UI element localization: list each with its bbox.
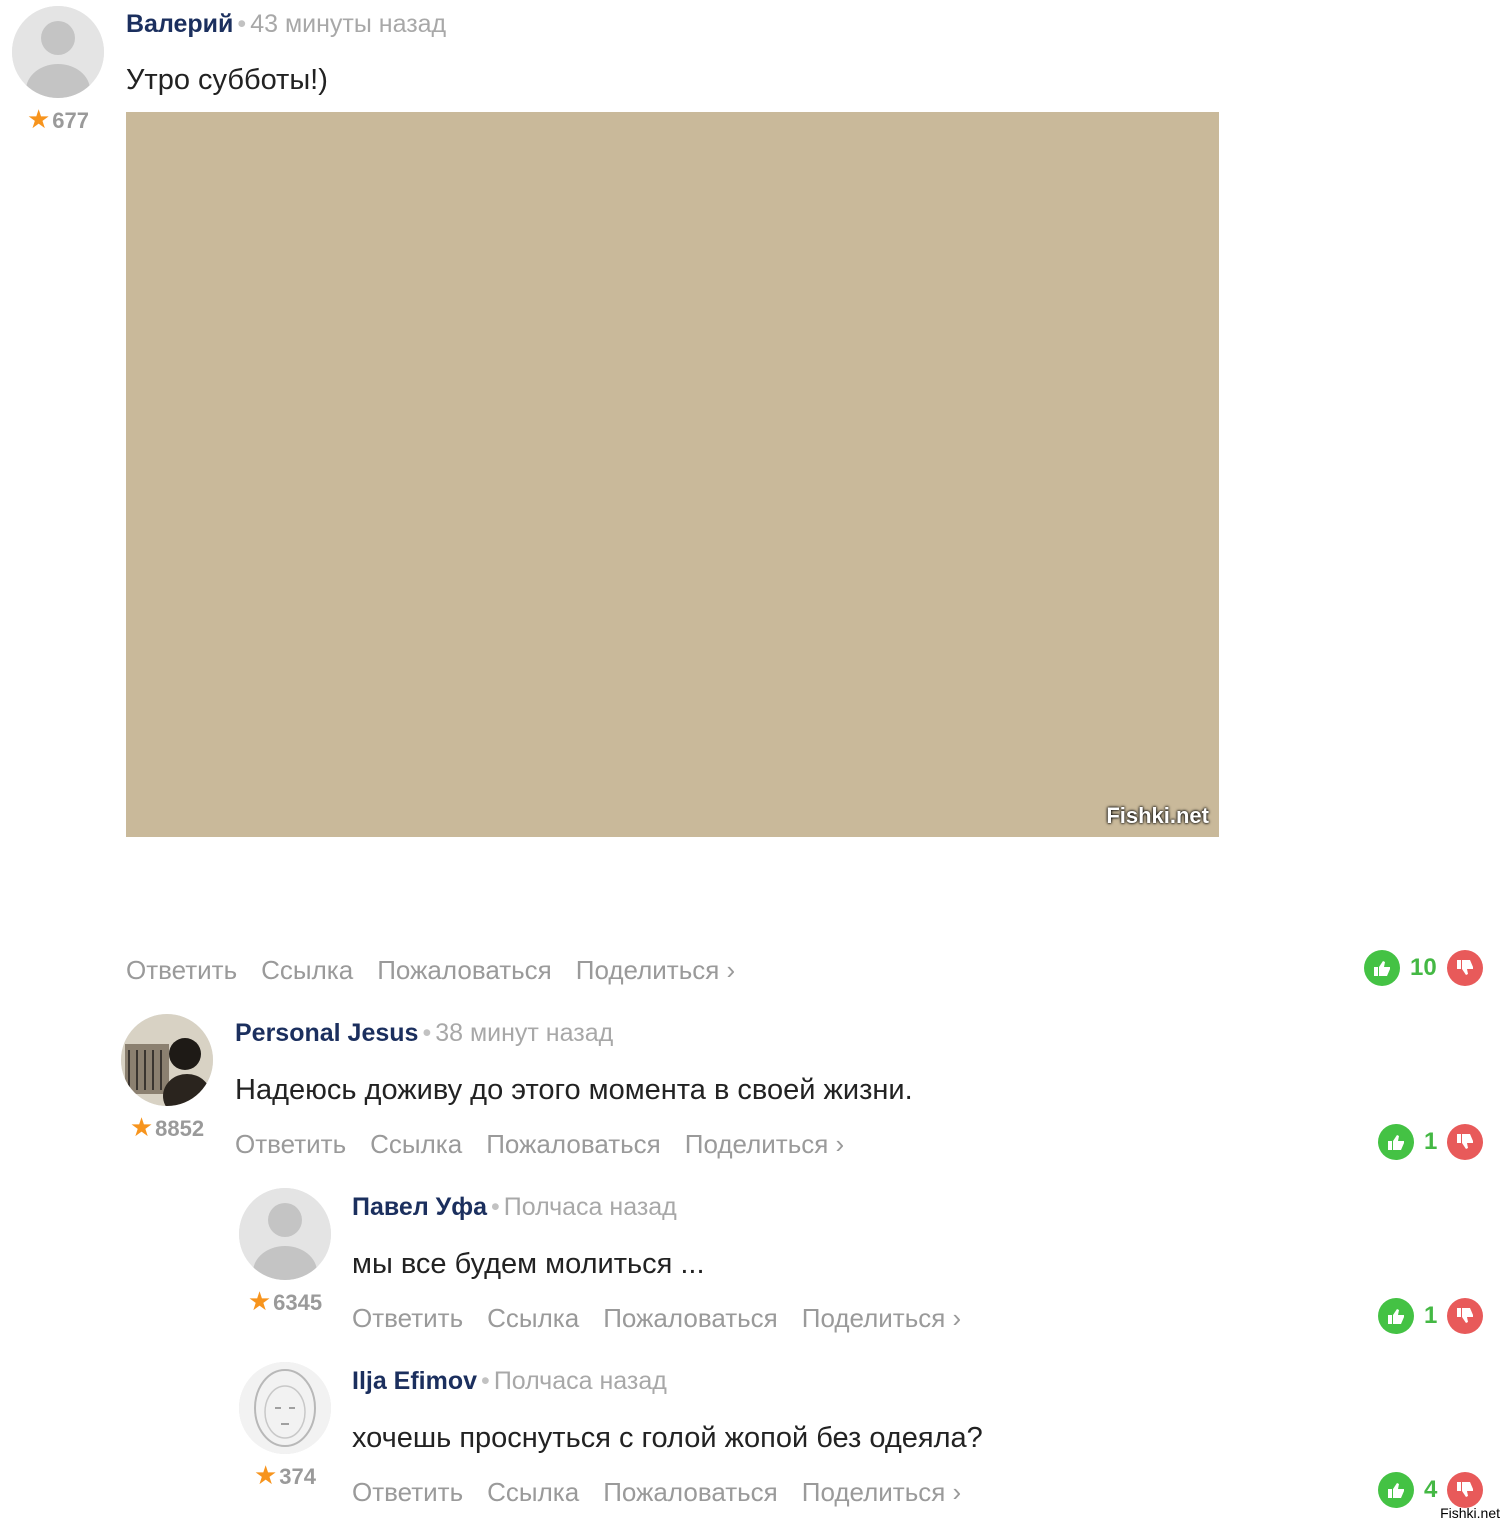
comment-text: мы все будем молиться ... — [352, 1248, 705, 1280]
thumbs-down-icon[interactable] — [1447, 1472, 1484, 1508]
share-link[interactable]: Поделиться › — [685, 1129, 844, 1159]
site-watermark: Fishki.net — [1440, 1505, 1500, 1521]
avatar[interactable] — [239, 1188, 331, 1280]
comment-time[interactable]: Полчаса назад — [494, 1367, 667, 1395]
report-link[interactable]: Пожаловаться — [377, 955, 552, 985]
separator-dot: • — [422, 1019, 432, 1047]
comment-header: Павел Уфа • Полчаса назад — [352, 1193, 677, 1222]
vote-count: 1 — [1424, 1302, 1438, 1329]
author-name[interactable]: Ilja Efimov — [352, 1367, 477, 1395]
vote-widget: 1 — [1378, 1124, 1484, 1160]
user-photo-avatar — [121, 1014, 213, 1106]
comment-time[interactable]: 43 минуты назад — [250, 10, 446, 38]
photo-watermark: Fishki.net — [1106, 803, 1209, 828]
comment-text: Надеюсь доживу до этого момента в своей … — [235, 1074, 913, 1106]
comment-actions: Ответить Ссылка Пожаловаться Поделиться › — [126, 955, 759, 986]
avatar[interactable] — [239, 1362, 331, 1454]
star-icon: ★ — [253, 1460, 278, 1490]
comment-time[interactable]: Полчаса назад — [504, 1193, 677, 1221]
separator-dot: • — [481, 1367, 490, 1395]
share-link[interactable]: Поделиться › — [802, 1477, 961, 1507]
report-link[interactable]: Пожаловаться — [603, 1303, 778, 1333]
star-icon: ★ — [26, 104, 51, 134]
star-icon: ★ — [129, 1112, 154, 1142]
separator-dot: • — [490, 1193, 500, 1221]
permalink-link[interactable]: Ссылка — [487, 1303, 579, 1333]
thumbs-down-icon[interactable] — [1447, 1298, 1484, 1334]
avatar[interactable] — [121, 1014, 213, 1106]
user-rating: ★677 — [26, 104, 90, 134]
permalink-link[interactable]: Ссылка — [261, 955, 353, 985]
vote-widget: 1 — [1378, 1298, 1484, 1334]
permalink-link[interactable]: Ссылка — [487, 1477, 579, 1507]
default-avatar-icon — [239, 1188, 331, 1280]
thumbs-down-icon[interactable] — [1447, 1124, 1484, 1160]
share-link[interactable]: Поделиться › — [576, 955, 735, 985]
default-avatar-icon — [12, 6, 104, 98]
avatar[interactable] — [12, 6, 104, 98]
comment-actions: Ответить Ссылка Пожаловаться Поделиться › — [352, 1303, 985, 1334]
reply-link[interactable]: Ответить — [235, 1129, 346, 1159]
thumbs-up-icon[interactable] — [1364, 950, 1400, 986]
user-rating: ★8852 — [129, 1112, 205, 1142]
user-rating: ★374 — [253, 1460, 317, 1490]
report-link[interactable]: Пожаловаться — [603, 1477, 778, 1507]
reply-link[interactable]: Ответить — [352, 1477, 463, 1507]
separator-dot: • — [237, 10, 247, 38]
thumbs-down-icon[interactable] — [1446, 950, 1483, 986]
vote-count: 1 — [1424, 1128, 1438, 1155]
author-name[interactable]: Personal Jesus — [235, 1019, 418, 1047]
comment-header: Валерий • 43 минуты назад — [126, 10, 446, 39]
report-link[interactable]: Пожаловаться — [486, 1129, 661, 1159]
author-name[interactable]: Павел Уфа — [352, 1193, 487, 1221]
reply-link[interactable]: Ответить — [352, 1303, 463, 1333]
thumbs-up-icon[interactable] — [1378, 1124, 1414, 1160]
user-sketch-avatar — [239, 1362, 331, 1454]
comment-actions: Ответить Ссылка Пожаловаться Поделиться › — [352, 1477, 985, 1508]
reply-link[interactable]: Ответить — [126, 955, 237, 985]
user-rating: ★6345 — [247, 1286, 323, 1316]
comment-text: хочешь проснуться с голой жопой без одея… — [352, 1422, 983, 1454]
vote-widget: 10 — [1364, 950, 1483, 986]
vote-count: 4 — [1424, 1476, 1438, 1503]
comment-time[interactable]: 38 минут назад — [435, 1019, 613, 1047]
thumbs-up-icon[interactable] — [1378, 1472, 1414, 1508]
comment-text: Утро субботы!) — [126, 64, 328, 96]
comment-header: Ilja Efimov • Полчаса назад — [352, 1367, 667, 1396]
permalink-link[interactable]: Ссылка — [370, 1129, 462, 1159]
comment-header: Personal Jesus • 38 минут назад — [235, 1019, 613, 1048]
thumbs-up-icon[interactable] — [1378, 1298, 1414, 1334]
share-link[interactable]: Поделиться › — [802, 1303, 961, 1333]
vote-count: 10 — [1410, 954, 1437, 981]
comment-actions: Ответить Ссылка Пожаловаться Поделиться › — [235, 1129, 868, 1160]
attached-photo[interactable]: Fishki.net — [126, 112, 1219, 837]
vote-widget: 4 — [1378, 1472, 1484, 1508]
author-name[interactable]: Валерий — [126, 10, 233, 38]
star-icon: ★ — [247, 1286, 272, 1316]
